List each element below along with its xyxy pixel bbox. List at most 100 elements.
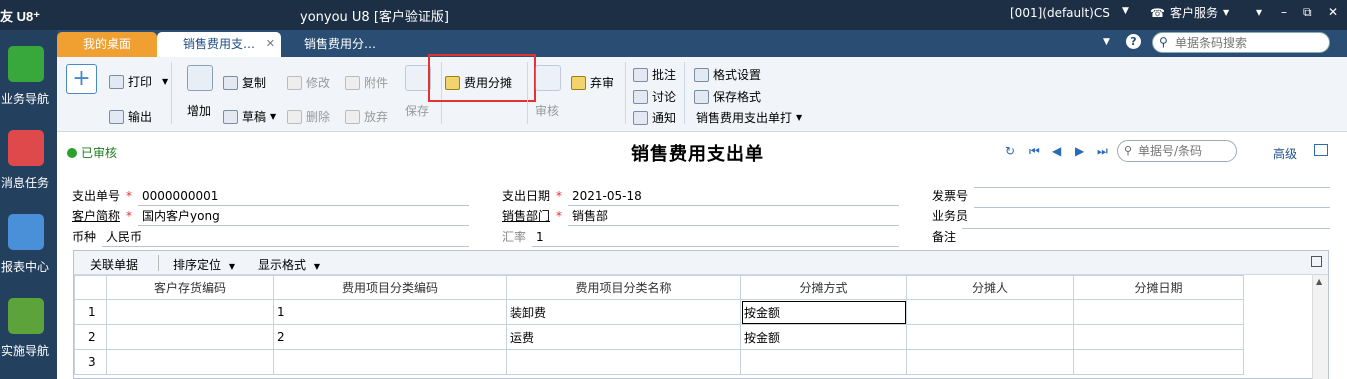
close-icon[interactable]: ✕ [266,32,275,56]
required-mark: * [126,189,133,203]
account-label[interactable]: [001](default)CS [1010,6,1110,20]
cell-name[interactable] [506,349,741,375]
prev-record-icon[interactable]: ◀ [1052,144,1061,158]
related-docs-button[interactable]: 关联单据 [90,256,138,273]
expand-icon[interactable] [1311,256,1322,267]
close-window-button[interactable]: ✕ [1328,5,1338,19]
next-record-icon[interactable]: ▶ [1075,144,1084,158]
last-record-icon[interactable]: ⏭ [1097,144,1108,159]
cell-person[interactable] [906,324,1074,350]
column-header[interactable]: 客户存货编码 [106,275,274,300]
notify-button[interactable]: 通知 [633,109,676,126]
list-view-icon[interactable] [1314,144,1328,156]
first-record-icon[interactable]: ⏮ [1029,144,1040,159]
date-value[interactable]: 2021-05-18 [568,187,899,206]
tab-my-desktop[interactable]: 我的桌面 [57,32,157,57]
sidebar-item-implementation-nav[interactable]: 实施导航 [0,298,57,378]
cell-method[interactable]: 按金额 [740,324,907,350]
display-format-button[interactable]: 显示格式 ▼ [258,256,320,273]
scroll-up-icon[interactable]: ▲ [1316,277,1322,286]
annotate-button[interactable]: 批注 [633,66,676,83]
cell-method[interactable] [740,349,907,375]
format-setting-button[interactable]: 格式设置 [694,66,761,83]
copy-button[interactable]: 复制 [223,74,266,91]
save-format-button[interactable]: 保存格式 [694,88,761,105]
dept-label[interactable]: 销售部门 [502,207,550,225]
draft-button[interactable]: 草稿 ▼ [223,108,276,125]
remark-value[interactable] [962,228,1330,229]
column-header[interactable]: 费用项目分类编码 [273,275,507,300]
sidebar-item-report-center[interactable]: 报表中心 [0,214,57,294]
account-dropdown-icon[interactable]: ▼ [1122,6,1129,16]
table-row[interactable]: 1 1 装卸费 按金额 [74,299,1244,325]
add-button[interactable]: 增加 [187,102,211,119]
cell-name[interactable]: 运费 [506,324,741,350]
help-icon[interactable]: ? [1126,34,1141,49]
audit-label: 审核 [535,104,560,118]
vertical-scrollbar[interactable]: ▲ [1312,275,1328,379]
column-header[interactable]: 分摊日期 [1073,275,1244,300]
discuss-label: 讨论 [652,90,677,104]
tab-sales-expense-payment[interactable]: 销售费用支… ✕ [157,32,281,57]
audit-button[interactable]: 审核 [535,102,559,119]
column-header[interactable]: 分摊人 [906,275,1074,300]
customer-service-button[interactable]: ☎ 客户服务 ▼ [1150,4,1229,21]
discuss-button[interactable]: 讨论 [633,88,676,105]
cell-date[interactable] [1073,299,1244,325]
new-document-button[interactable]: + [66,64,97,94]
customer-label[interactable]: 客户简称 [72,207,120,225]
refresh-icon[interactable]: ↻ [1005,144,1015,158]
annotate-icon [633,67,648,82]
expense-allocation-button[interactable]: 费用分摊 [445,74,512,91]
sort-locate-button[interactable]: 排序定位 ▼ [173,256,235,273]
sidebar-item-message-task[interactable]: 消息任务 [0,130,57,210]
currency-value[interactable]: 人民币 [102,228,469,247]
modify-button[interactable]: 修改 [287,74,330,91]
window-menu-icon[interactable]: ▾ [1256,5,1262,19]
advanced-search-link[interactable]: 高级 [1273,145,1297,162]
cell-code[interactable]: 2 [273,324,507,350]
print-button[interactable]: 打印 ▼ [109,73,168,90]
cell-code[interactable]: 1 [273,299,507,325]
customer-value[interactable]: 国内客户yong [138,207,469,226]
column-header[interactable]: 分摊方式 [740,275,907,300]
minimize-button[interactable]: – [1281,5,1287,19]
table-row[interactable]: 2 2 运费 按金额 [74,324,1244,350]
cell-date[interactable] [1073,324,1244,350]
cell-method[interactable]: 按金额 [740,299,907,325]
save-button[interactable]: 保存 [405,102,429,119]
barcode-search[interactable]: ⚲ [1152,32,1330,53]
attachment-button[interactable]: 附件 [345,74,388,91]
cell-name[interactable]: 装卸费 [506,299,741,325]
table-row[interactable]: 3 [74,349,1244,375]
cell-person[interactable] [906,299,1074,325]
cell-code[interactable] [273,349,507,375]
tab-sales-expense-allocation[interactable]: 销售费用分… [285,32,395,57]
cell-date[interactable] [1073,349,1244,375]
cell-cust-code[interactable] [106,299,274,325]
add-icon [187,65,213,91]
print-template-select[interactable]: 销售费用支出单打 ▼ [696,109,802,126]
cell-person[interactable] [906,349,1074,375]
doc-search-input[interactable] [1138,144,1233,158]
column-header[interactable]: 费用项目分类名称 [506,275,741,300]
cell-cust-code[interactable] [106,349,274,375]
expense-allocation-label: 费用分摊 [464,76,513,90]
row-number-header [74,275,107,300]
sidebar-item-business-nav[interactable]: 业务导航 [0,46,57,126]
delete-button[interactable]: 删除 [287,108,330,125]
cell-cust-code[interactable] [106,324,274,350]
doc-search[interactable]: ⚲ [1117,140,1237,162]
unaudit-button[interactable]: 弃审 [571,74,614,91]
restore-button[interactable]: ⧉ [1303,5,1312,20]
abandon-button[interactable]: 放弃 [345,108,388,125]
salesman-value[interactable] [974,207,1330,208]
barcode-search-input[interactable] [1175,35,1325,50]
export-button[interactable]: 输出 [109,108,152,125]
doc-no-value[interactable]: 0000000001 [138,187,469,206]
currency-label: 币种 [72,230,97,244]
invoice-value[interactable] [974,187,1330,188]
dept-value[interactable]: 销售部 [568,207,899,226]
rate-value[interactable]: 1 [532,228,899,247]
tab-list-dropdown-icon[interactable]: ▼ [1103,37,1110,47]
